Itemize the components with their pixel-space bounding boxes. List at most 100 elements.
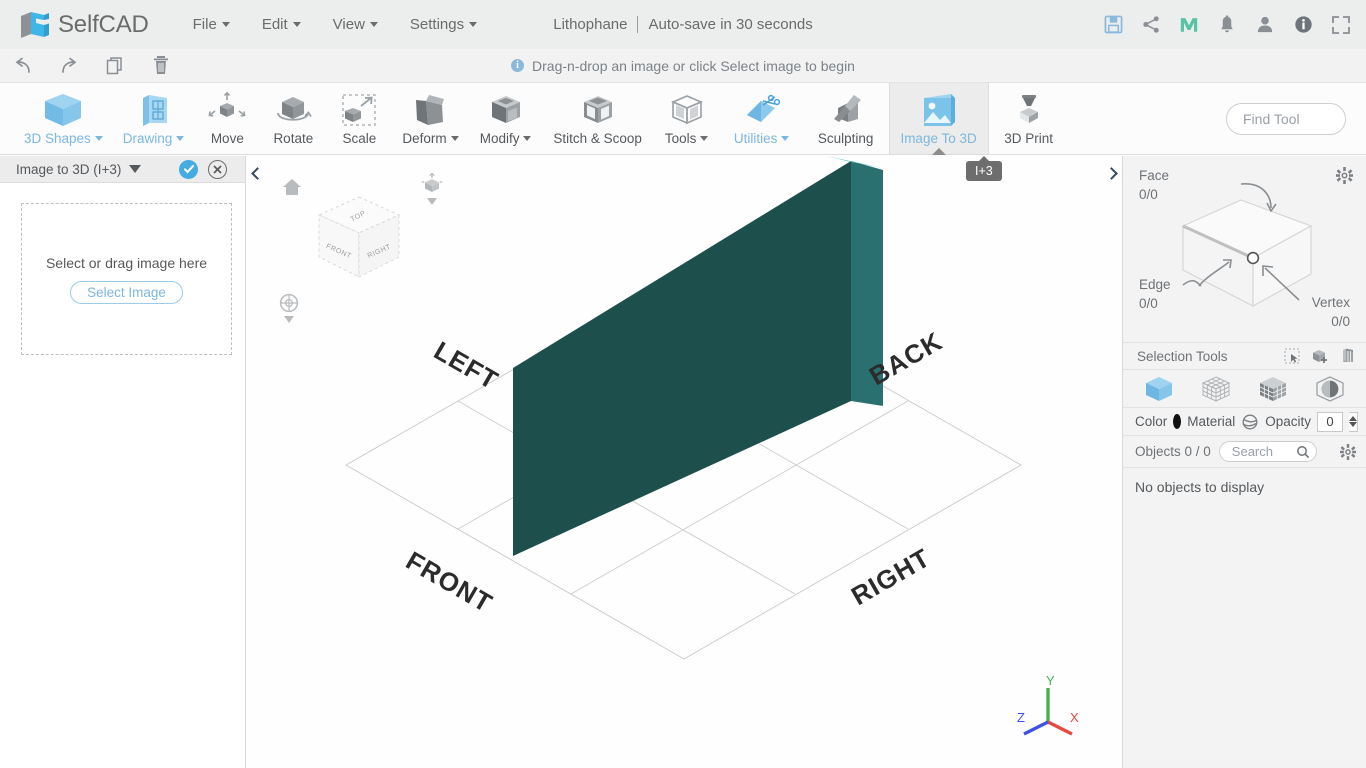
tab-tools[interactable]: Tools	[653, 83, 721, 154]
orbit-view-control[interactable]	[279, 293, 299, 323]
modify-cube-icon	[486, 91, 526, 129]
perspective-view-control[interactable]	[421, 173, 443, 205]
objects-search[interactable]	[1219, 441, 1317, 462]
redo-button[interactable]	[46, 49, 92, 83]
ground-label-back: BACK	[864, 326, 948, 392]
tab-rotate[interactable]: Rotate	[260, 83, 326, 154]
vertex-value: 0/0	[1312, 312, 1350, 331]
tab-drawing-label: Drawing	[123, 131, 185, 146]
face-mode-button[interactable]	[1256, 375, 1290, 403]
deform-cube-icon	[410, 91, 450, 129]
face-count: Face 0/0	[1139, 166, 1169, 204]
ground-label-left: LEFT	[429, 335, 504, 395]
rectangle-select-icon[interactable]	[1284, 348, 1300, 364]
add-selection-icon[interactable]	[1312, 348, 1328, 364]
chevron-down-icon[interactable]	[284, 316, 294, 323]
select-image-button[interactable]: Select Image	[70, 281, 183, 304]
collapse-left-panel-button[interactable]	[248, 160, 266, 186]
tab-scale-label: Scale	[342, 131, 376, 146]
find-tool-search[interactable]	[1226, 103, 1346, 135]
panel-header: Image to 3D (I+3)	[0, 156, 245, 183]
vertex-mode-button[interactable]	[1199, 375, 1233, 403]
chevron-down-icon[interactable]	[129, 165, 141, 173]
search-input[interactable]	[1230, 443, 1296, 460]
tab-utilities[interactable]: Utilities	[721, 83, 803, 154]
tab-stitch-and-scoop[interactable]: Stitch & Scoop	[543, 83, 653, 154]
chevron-down-icon[interactable]	[427, 198, 437, 205]
monogram-m-icon[interactable]	[1178, 14, 1200, 36]
rotate-cube-icon	[273, 91, 313, 129]
tab-scale[interactable]: Scale	[326, 83, 392, 154]
save-icon[interactable]	[1102, 14, 1124, 36]
image-to-3d-panel: Image to 3D (I+3) Select or drag image h…	[0, 156, 246, 768]
move-arrows-icon	[207, 91, 247, 129]
material-sphere-icon[interactable]	[1241, 414, 1259, 430]
edge-label: Edge	[1139, 275, 1171, 294]
find-tool-input[interactable]	[1241, 110, 1366, 128]
axis-label-z: Z	[1017, 710, 1025, 725]
tab-modify[interactable]: Modify	[469, 83, 543, 154]
chevron-down-icon	[781, 136, 789, 141]
menu-item-view-label: View	[333, 16, 365, 33]
panel-title: Image to 3D (I+3)	[16, 162, 121, 177]
trash-icon[interactable]	[138, 49, 184, 83]
gear-icon[interactable]	[1336, 167, 1353, 184]
image-dropzone[interactable]: Select or drag image here Select Image	[21, 203, 232, 355]
top-menu-bar: SelfCAD File Edit View Settings Lithopha…	[0, 0, 1366, 49]
chevron-down-icon[interactable]	[1349, 422, 1357, 427]
solid-mode-button[interactable]	[1313, 375, 1347, 403]
tab-tools-label: Tools	[665, 131, 709, 146]
menu-item-settings-label: Settings	[410, 16, 464, 33]
share-icon[interactable]	[1140, 14, 1162, 36]
search-icon[interactable]	[1296, 445, 1310, 459]
collapse-right-panel-button[interactable]	[1102, 160, 1120, 186]
menu-item-file[interactable]: File	[177, 12, 246, 37]
color-swatch[interactable]	[1173, 414, 1181, 429]
tab-rotate-label: Rotate	[273, 131, 313, 146]
gear-icon[interactable]	[1340, 444, 1356, 460]
copy-button[interactable]	[92, 49, 138, 83]
close-icon[interactable]	[208, 160, 227, 179]
tab-sculpting[interactable]: Sculpting	[803, 83, 889, 154]
home-view-icon[interactable]	[282, 178, 302, 196]
lithophane-object	[513, 156, 883, 556]
notifications-bell-icon[interactable]	[1216, 14, 1238, 36]
tab-drawing[interactable]: Drawing	[113, 83, 195, 154]
opacity-stepper[interactable]	[1349, 412, 1358, 432]
ground-label-right: RIGHT	[846, 542, 935, 611]
fullscreen-icon[interactable]	[1330, 14, 1352, 36]
3d-viewport[interactable]: LEFT BACK FRONT RIGHT	[246, 156, 1122, 768]
selection-tools-row: Selection Tools	[1123, 342, 1366, 370]
image-to-3d-icon	[918, 91, 960, 129]
user-account-icon[interactable]	[1254, 14, 1276, 36]
chevron-up-icon[interactable]	[1349, 416, 1357, 421]
opacity-input[interactable]	[1317, 412, 1343, 432]
vertex-label: Vertex	[1312, 293, 1350, 312]
navigation-cube[interactable]: TOP FRONT RIGHT	[311, 191, 407, 291]
color-label: Color	[1135, 414, 1167, 429]
selection-tools-label: Selection Tools	[1137, 349, 1228, 364]
selection-summary: Face 0/0 Edge 0/0 Vertex 0/0	[1123, 156, 1366, 342]
tab-image-to-3d[interactable]: Image To 3D	[889, 83, 989, 154]
tab-move[interactable]: Move	[194, 83, 260, 154]
drawing-sketch-icon	[134, 91, 174, 129]
tab-deform[interactable]: Deform	[392, 83, 468, 154]
tab-deform-label: Deform	[402, 131, 458, 146]
tab-3d-shapes[interactable]: 3D Shapes	[14, 83, 113, 154]
selection-tools-icons	[1284, 348, 1356, 364]
box-selection-icon[interactable]	[1340, 348, 1356, 364]
history-toolbar	[0, 49, 1366, 83]
info-icon[interactable]	[1292, 14, 1314, 36]
menu-item-view[interactable]: View	[317, 12, 394, 37]
brand-logo[interactable]: SelfCAD	[18, 10, 149, 40]
edge-count: Edge 0/0	[1139, 275, 1171, 313]
chevron-down-icon	[370, 22, 378, 27]
menu-item-edit[interactable]: Edit	[246, 12, 317, 37]
undo-button[interactable]	[0, 49, 46, 83]
menu-item-settings[interactable]: Settings	[394, 12, 493, 37]
confirm-button[interactable]	[179, 160, 198, 179]
material-row: Color Material Opacity	[1123, 408, 1366, 436]
tab-3d-print[interactable]: 3D Print	[989, 83, 1069, 154]
tab-move-label: Move	[211, 131, 244, 146]
object-mode-button[interactable]	[1142, 375, 1176, 403]
